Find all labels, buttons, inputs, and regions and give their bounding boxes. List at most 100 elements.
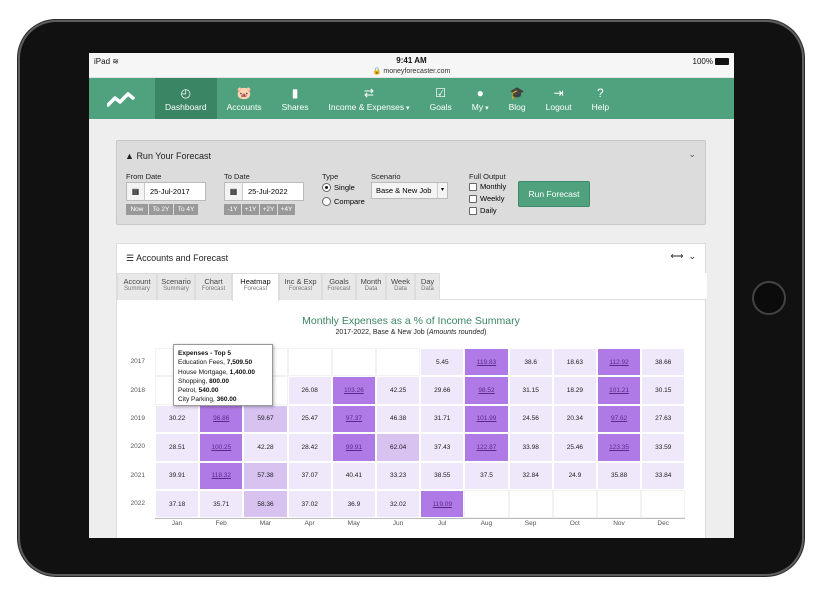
from-now-button[interactable]: Now: [126, 204, 148, 215]
heatmap-cell[interactable]: 30.15: [641, 376, 686, 405]
heatmap-cell[interactable]: [464, 490, 509, 519]
nav-item-goals[interactable]: ☑ Goals: [420, 78, 462, 119]
scenario-select[interactable]: Base & New Job ▾: [371, 182, 448, 199]
heatmap-cell[interactable]: 31.15: [508, 376, 553, 405]
nav-item-help[interactable]: ? Help: [582, 78, 619, 119]
heatmap-cell[interactable]: 20.34: [552, 404, 597, 434]
heatmap-cell[interactable]: 35.71: [199, 490, 244, 519]
from-to-2y-button[interactable]: To 2Y: [149, 204, 173, 215]
heatmap-cell[interactable]: 29.66: [420, 376, 465, 405]
heatmap-cell[interactable]: 25.46: [552, 433, 597, 462]
heatmap-cell[interactable]: 37.07: [287, 461, 332, 490]
heatmap-cell[interactable]: 97.62: [597, 404, 642, 434]
heatmap-cell[interactable]: [376, 348, 421, 377]
home-button[interactable]: [752, 281, 786, 315]
output-monthly-checkbox[interactable]: Monthly: [469, 182, 506, 191]
nav-item-blog[interactable]: 🎓 Blog: [499, 78, 536, 119]
heatmap-cell[interactable]: 112.92: [597, 348, 642, 377]
output-weekly-checkbox[interactable]: Weekly: [469, 194, 504, 203]
heatmap-cell[interactable]: 25.47: [287, 404, 332, 434]
nav-item-income-expenses[interactable]: ⇄ Income & Expenses ▾: [319, 78, 420, 119]
heatmap-cell[interactable]: 118.32: [199, 461, 244, 490]
heatmap-cell[interactable]: [331, 348, 376, 377]
logo-icon[interactable]: [89, 78, 155, 119]
type-single-radio[interactable]: Single: [322, 183, 355, 192]
heatmap-cell[interactable]: [287, 348, 332, 377]
to-date-input[interactable]: ▦ 25-Jul-2022: [224, 182, 304, 201]
heatmap-cell[interactable]: 33.84: [641, 461, 686, 490]
nav-item-logout[interactable]: ⇥ Logout: [536, 78, 582, 119]
to-plus-2y-button[interactable]: +2Y: [260, 204, 277, 215]
heatmap-cell[interactable]: 24.56: [508, 404, 553, 434]
heatmap-cell[interactable]: 33.59: [641, 433, 686, 462]
heatmap-cell[interactable]: 28.42: [287, 433, 332, 462]
heatmap-cell[interactable]: 42.25: [376, 376, 421, 405]
nav-item-dashboard[interactable]: ◴ Dashboard: [155, 78, 217, 119]
heatmap-cell[interactable]: 99.91: [331, 433, 376, 462]
heatmap-cell[interactable]: 101.99: [464, 404, 509, 434]
heatmap-cell[interactable]: 18.29: [552, 376, 597, 405]
heatmap-cell[interactable]: [597, 490, 642, 519]
heatmap-cell[interactable]: [641, 490, 686, 519]
heatmap-cell[interactable]: 38.6: [508, 348, 553, 377]
heatmap-cell[interactable]: 42.28: [243, 433, 288, 462]
heatmap-cell[interactable]: 57.38: [243, 461, 288, 490]
heatmap-cell[interactable]: 62.04: [376, 433, 421, 462]
heatmap-cell[interactable]: 18.63: [552, 348, 597, 377]
from-to-4y-button[interactable]: To 4Y: [174, 204, 198, 215]
heatmap-cell[interactable]: 37.43: [420, 433, 465, 462]
heatmap-cell[interactable]: 40.41: [331, 461, 376, 490]
heatmap-cell[interactable]: 97.37: [331, 404, 376, 434]
heatmap-cell[interactable]: 28.51: [155, 433, 200, 462]
heatmap-cell[interactable]: 122.87: [464, 433, 509, 462]
nav-item-shares[interactable]: ▮ Shares: [272, 78, 319, 119]
from-date-input[interactable]: ▦ 25-Jul-2017: [126, 182, 206, 201]
heatmap-cell[interactable]: 103.26: [331, 376, 376, 405]
heatmap-cell[interactable]: 39.91: [155, 461, 200, 490]
heatmap-cell[interactable]: 123.35: [597, 433, 642, 462]
to-minus-1y-button[interactable]: -1Y: [224, 204, 241, 215]
heatmap-cell[interactable]: 33.23: [376, 461, 421, 490]
heatmap-cell[interactable]: 96.86: [199, 404, 244, 434]
heatmap-cell[interactable]: 5.45: [420, 348, 465, 377]
type-compare-radio[interactable]: Compare: [322, 197, 365, 206]
heatmap-cell[interactable]: 36.9: [331, 490, 376, 519]
heatmap-cell[interactable]: 35.88: [597, 461, 642, 490]
nav-item-accounts[interactable]: 🐷 Accounts: [217, 78, 272, 119]
heatmap-cell[interactable]: 58.36: [243, 490, 288, 519]
run-forecast-button[interactable]: Run Forecast: [518, 181, 590, 207]
heatmap-cell[interactable]: 59.67: [243, 404, 288, 434]
heatmap-cell[interactable]: 30.22: [155, 404, 200, 434]
heatmap-cell[interactable]: 37.18: [155, 490, 200, 519]
tooltip-title: Expenses - Top 5: [178, 350, 231, 357]
heatmap-cell[interactable]: 37.5: [464, 461, 509, 490]
heatmap-cell[interactable]: 24.9: [552, 461, 597, 490]
to-plus-4y-button[interactable]: +4Y: [278, 204, 295, 215]
heatmap-cell[interactable]: [508, 490, 553, 519]
heatmap-cell[interactable]: 100.25: [199, 433, 244, 462]
heatmap-cell[interactable]: 31.71: [420, 404, 465, 434]
output-daily-checkbox[interactable]: Daily: [469, 206, 497, 215]
heatmap-cell[interactable]: 37.02: [287, 490, 332, 519]
url-bar[interactable]: 🔒 moneyforecaster.com: [89, 67, 734, 75]
heatmap-cell[interactable]: 46.38: [376, 404, 421, 434]
tooltip-item: City Parking, 360.00: [178, 395, 268, 404]
heatmap-cell[interactable]: 32.02: [376, 490, 421, 519]
heatmap-cell[interactable]: 33.98: [508, 433, 553, 462]
tooltip-item: Education Fees, 7,509.50: [178, 358, 268, 367]
heatmap-cell[interactable]: 98.52: [464, 376, 509, 405]
heatmap-cell[interactable]: 27.63: [641, 404, 686, 434]
heatmap-cell[interactable]: 38.55: [420, 461, 465, 490]
heatmap-cell[interactable]: 101.21: [597, 376, 642, 405]
heatmap-cell[interactable]: [552, 490, 597, 519]
heatmap-cell[interactable]: 32.84: [508, 461, 553, 490]
heatmap-cell[interactable]: 26.08: [287, 376, 332, 405]
heatmap-cell[interactable]: 38.66: [641, 348, 686, 377]
heatmap-row-label: 2022: [130, 500, 145, 508]
nav-item-my[interactable]: ● My ▾: [462, 78, 499, 119]
collapse-chevron-icon[interactable]: ⌄: [688, 149, 696, 160]
heatmap-cell[interactable]: 119.09: [420, 490, 465, 519]
heatmap-column-label: Sep: [524, 520, 537, 528]
to-plus-1y-button[interactable]: +1Y: [242, 204, 259, 215]
heatmap-cell[interactable]: 119.83: [464, 348, 509, 377]
